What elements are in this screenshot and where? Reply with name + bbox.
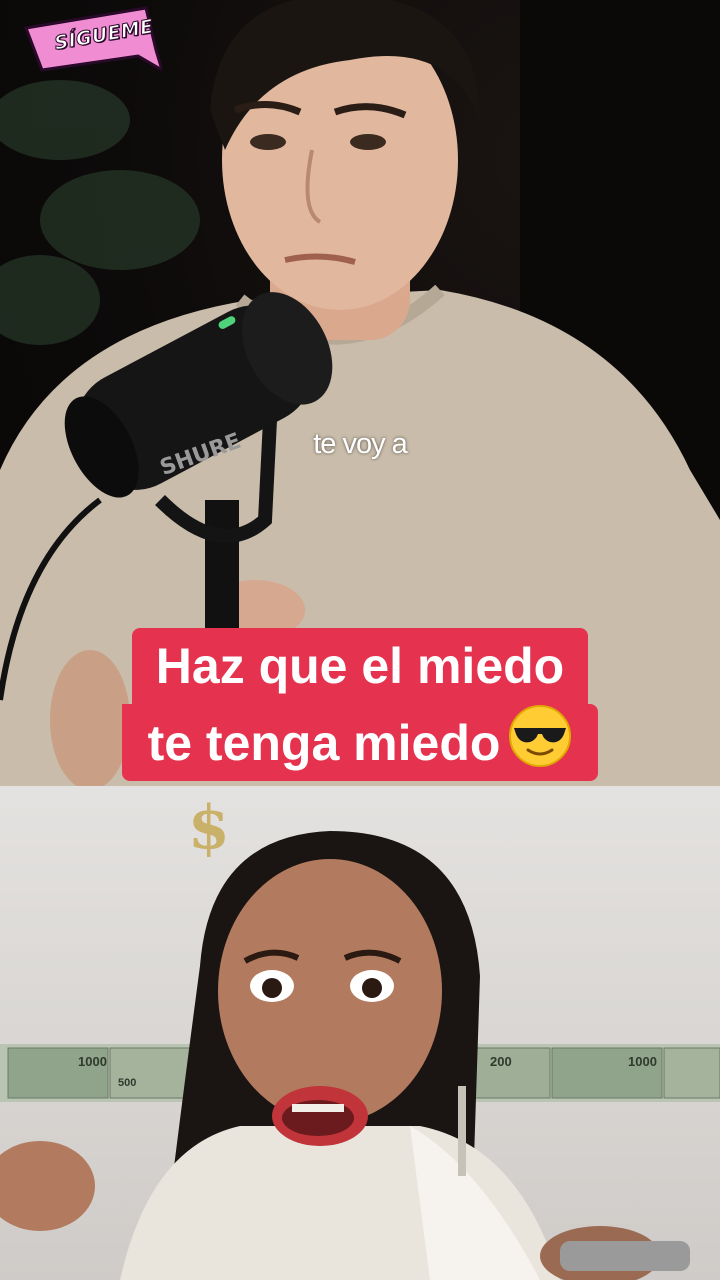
sunglasses-face-icon	[509, 705, 572, 767]
dollar-ornament: $	[188, 793, 230, 863]
caption-overlay: Haz que el miedo te tenga miedo	[0, 628, 720, 781]
bottom-video-panel: $ 1000 500 200 1000	[0, 786, 720, 1280]
caption-line-2: te tenga miedo	[121, 704, 599, 781]
banknote-3-value: 200	[490, 1054, 512, 1069]
follow-sticker[interactable]: SÍGUEME	[20, 6, 165, 74]
caption-line-2-text: te tenga miedo	[147, 715, 501, 771]
caption-line-1: Haz que el miedo	[131, 628, 589, 704]
video-subtitle: te voy a	[313, 428, 408, 460]
banknote-4-value: 1000	[628, 1054, 657, 1069]
banknote-1-value: 1000	[78, 1054, 107, 1069]
banknote-2-value: 500	[118, 1077, 136, 1089]
bottom-video-scene: $ 1000 500 200 1000	[0, 793, 720, 1280]
